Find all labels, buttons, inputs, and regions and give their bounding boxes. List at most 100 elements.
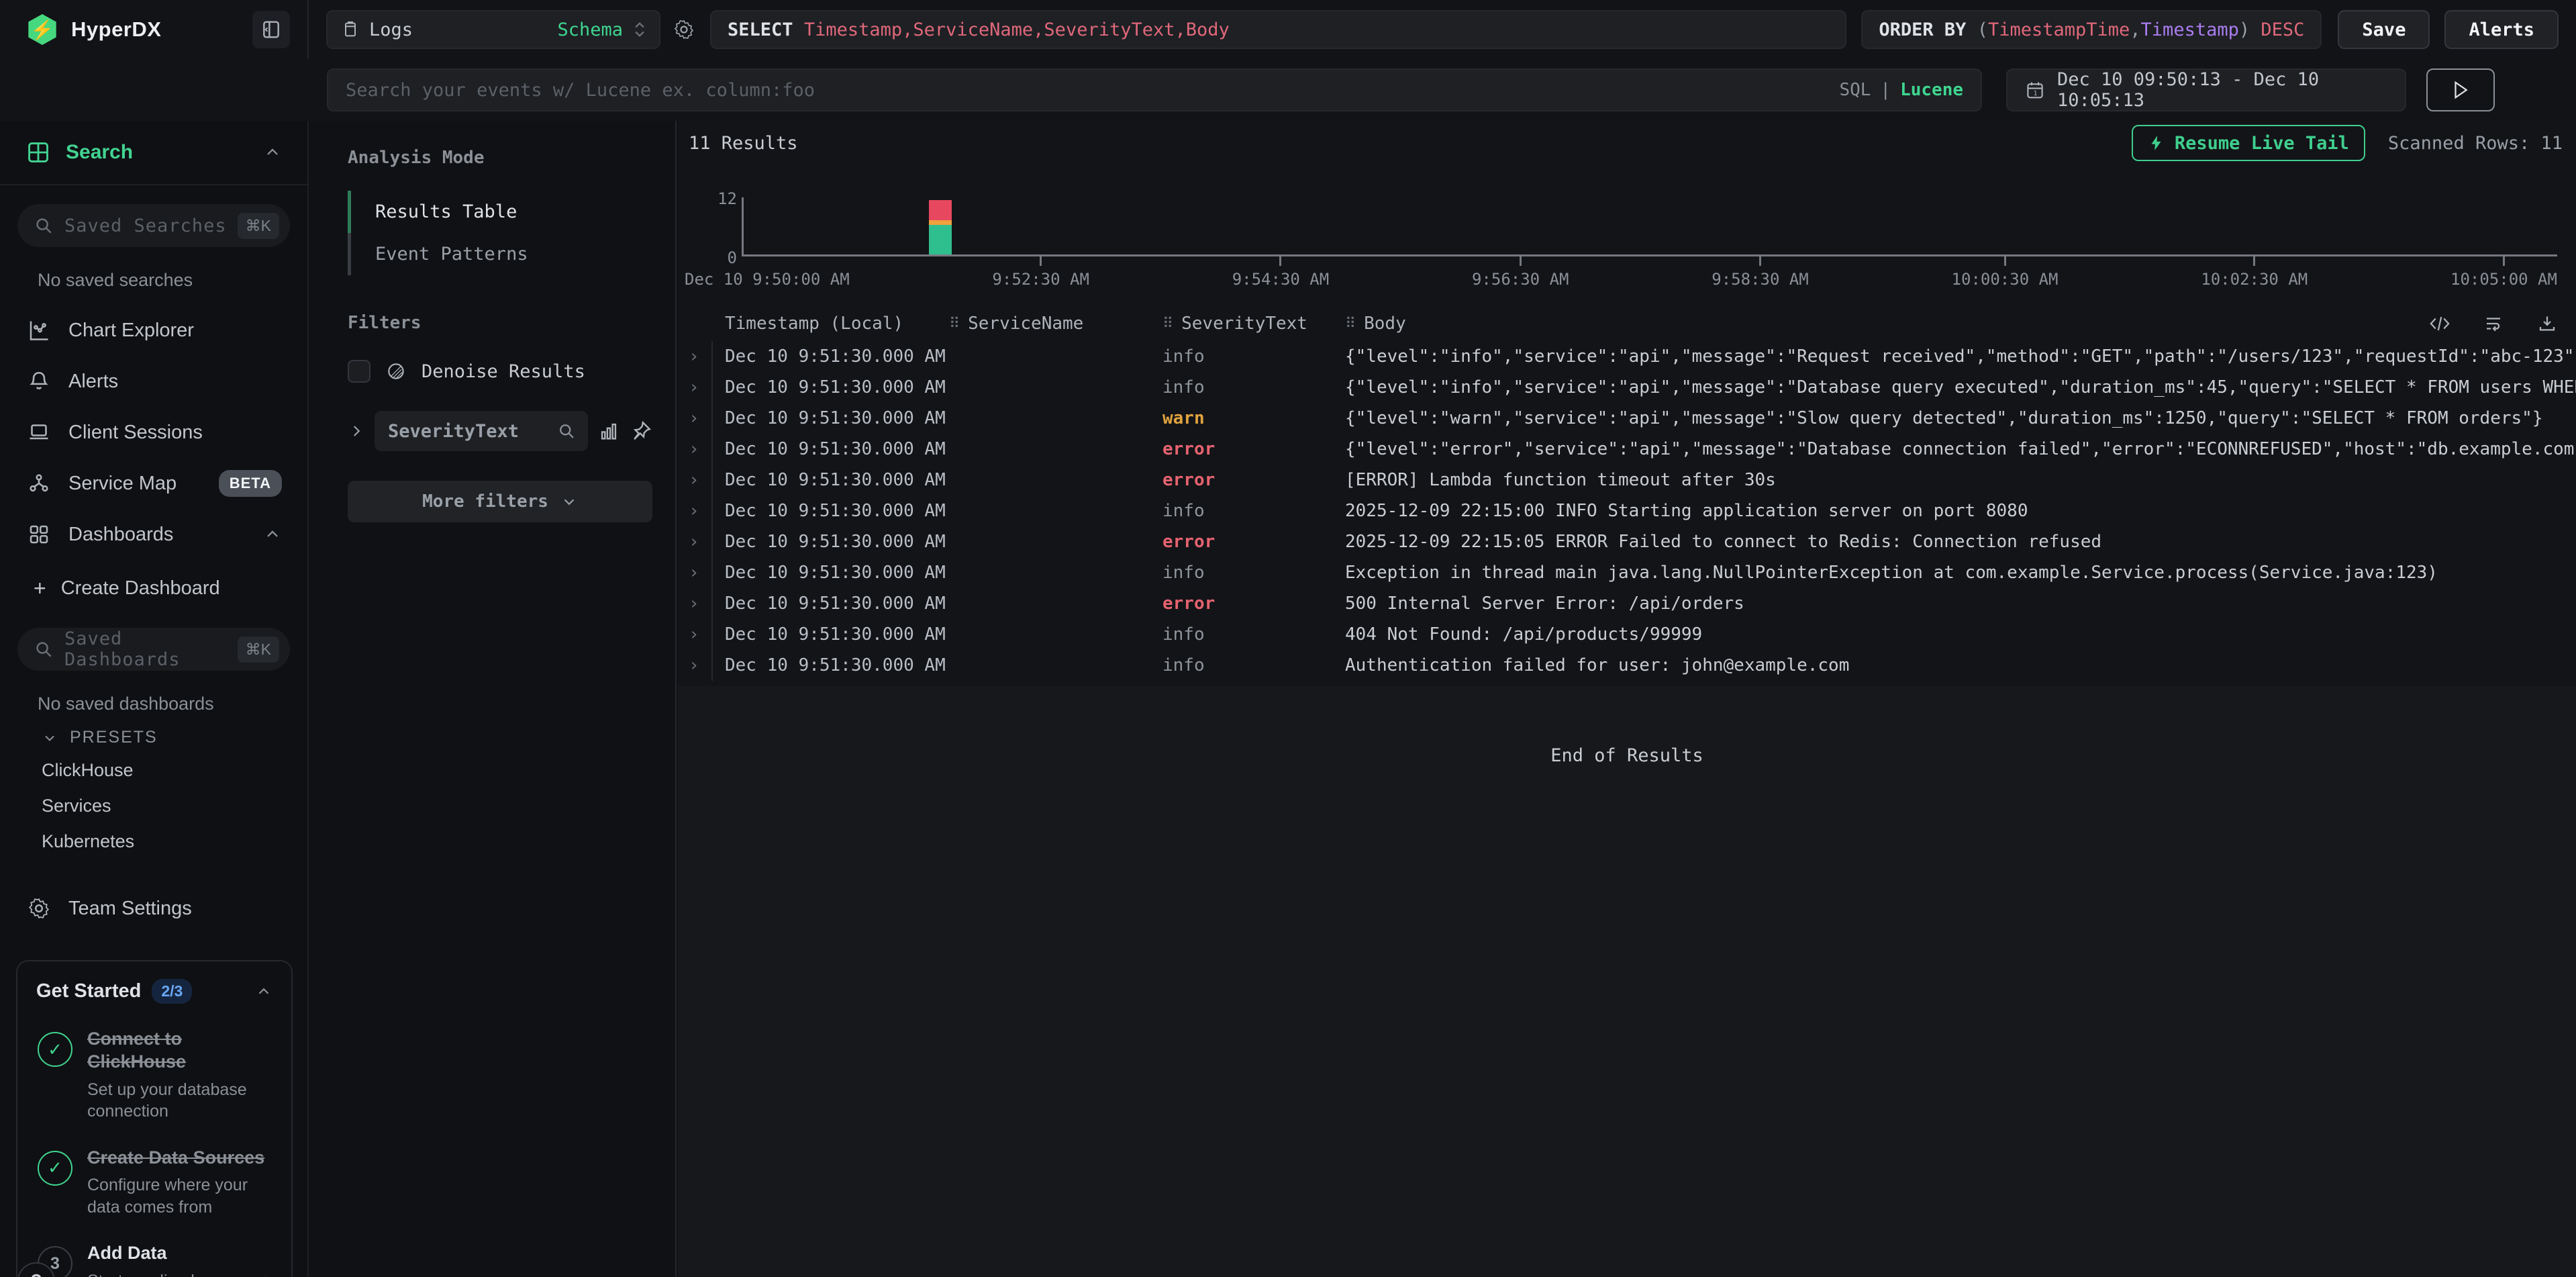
cell-body: {"level":"warn","service":"api","message… xyxy=(1345,408,2576,428)
table-row[interactable]: ›Dec 10 9:51:30.000 AMinfoException in t… xyxy=(678,557,2576,588)
severity-filter-search[interactable]: SeverityText xyxy=(375,411,588,451)
drag-handle-icon[interactable]: ⠿ xyxy=(1345,316,1356,332)
code-view-icon[interactable] xyxy=(2428,314,2451,334)
x-tick-label: 10:02:30 AM xyxy=(2201,270,2308,289)
table-row[interactable]: ›Dec 10 9:51:30.000 AMinfo2025-12-09 22:… xyxy=(678,495,2576,526)
expand-row-chevron[interactable]: › xyxy=(678,526,713,557)
expand-row-chevron[interactable]: › xyxy=(678,650,713,681)
drag-handle-icon[interactable]: ⠿ xyxy=(949,316,960,332)
table-row[interactable]: ›Dec 10 9:51:30.000 AMerror500 Internal … xyxy=(678,588,2576,619)
event-search-input[interactable]: Search your events w/ Lucene ex. column:… xyxy=(327,68,1982,111)
expand-row-chevron[interactable]: › xyxy=(678,434,713,465)
sidebar-item-chart-explorer[interactable]: Chart Explorer xyxy=(0,308,307,352)
chart-toggle-icon[interactable] xyxy=(597,420,620,442)
chevron-up-icon[interactable] xyxy=(263,143,282,162)
sidebar-item-search[interactable]: Search xyxy=(0,121,307,185)
cell-body: {"level":"info","service":"api","message… xyxy=(1345,377,2576,397)
cell-severity: info xyxy=(1162,563,1345,583)
chevron-right-icon[interactable] xyxy=(348,422,365,440)
x-tick: 9:56:30 AM xyxy=(1472,256,1569,289)
run-query-button[interactable] xyxy=(2426,68,2495,111)
top-bar: ⚡ HyperDX Logs Schema xyxy=(0,0,2576,121)
mode-results-table[interactable]: Results Table xyxy=(348,191,652,233)
mode-label: Results Table xyxy=(351,191,517,233)
x-tick: 10:05:00 AM xyxy=(2450,256,2557,289)
pin-icon[interactable] xyxy=(630,420,652,442)
expand-row-chevron[interactable]: › xyxy=(678,495,713,526)
table-row[interactable]: ›Dec 10 9:51:30.000 AMerror{"level":"err… xyxy=(678,434,2576,465)
chevron-up-icon[interactable] xyxy=(263,525,282,544)
x-axis-ticks: Dec 10 9:50:00 AM9:52:30 AM9:54:30 AM9:5… xyxy=(685,256,2557,289)
saved-dashboards-input[interactable]: Saved Dashboards ⌘K xyxy=(17,628,290,671)
table-row[interactable]: ›Dec 10 9:51:30.000 AMerror2025-12-09 22… xyxy=(678,526,2576,557)
lucene-toggle[interactable]: Lucene xyxy=(1900,80,1963,100)
laptop-icon xyxy=(26,420,52,444)
cell-timestamp: Dec 10 9:51:30.000 AM xyxy=(713,501,949,521)
source-settings-button[interactable] xyxy=(673,18,695,41)
mode-event-patterns[interactable]: Event Patterns xyxy=(348,233,652,275)
sidebar-item-alerts[interactable]: Alerts xyxy=(0,359,307,404)
x-tick: Dec 10 9:50:00 AM xyxy=(685,256,850,289)
sidebar-item-dashboards[interactable]: Dashboards xyxy=(0,512,307,557)
denoise-checkbox[interactable] xyxy=(348,360,370,383)
save-button[interactable]: Save xyxy=(2338,10,2430,49)
sidebar-item-client-sessions[interactable]: Client Sessions xyxy=(0,410,307,455)
preset-item-kubernetes[interactable]: Kubernetes xyxy=(0,824,307,859)
sql-toggle[interactable]: SQL xyxy=(1839,80,1871,100)
cell-severity: error xyxy=(1162,470,1345,490)
col-header-body[interactable]: ⠿ Body xyxy=(1345,314,2576,334)
expand-row-chevron[interactable]: › xyxy=(678,465,713,495)
cell-body: Authentication failed for user: john@exa… xyxy=(1345,655,2576,675)
cell-timestamp: Dec 10 9:51:30.000 AM xyxy=(713,655,949,675)
preset-item-services[interactable]: Services xyxy=(0,788,307,824)
preset-item-clickhouse[interactable]: ClickHouse xyxy=(0,753,307,788)
expand-row-chevron[interactable]: › xyxy=(678,341,713,372)
sidebar-item-service-map[interactable]: Service Map BETA xyxy=(0,461,307,506)
resume-live-tail-button[interactable]: Resume Live Tail xyxy=(2132,125,2365,161)
date-range-picker[interactable]: 1 Dec 10 09:50:13 - Dec 10 10:05:13 xyxy=(2006,68,2406,111)
col-header-severitytext[interactable]: ⠿ SeverityText xyxy=(1162,314,1345,334)
search-icon xyxy=(34,216,54,236)
sidebar-item-team-settings[interactable]: Team Settings xyxy=(0,886,307,931)
select-query-input[interactable]: SELECT Timestamp,ServiceName,SeverityTex… xyxy=(710,10,1846,49)
table-row[interactable]: ›Dec 10 9:51:30.000 AMwarn{"level":"warn… xyxy=(678,403,2576,434)
expand-row-chevron[interactable]: › xyxy=(678,619,713,650)
plot-area[interactable] xyxy=(742,197,2557,256)
get-started-step[interactable]: ✓Connect to ClickHouseSet up your databa… xyxy=(36,1028,273,1123)
lightning-icon xyxy=(2148,133,2165,153)
denoise-results-row[interactable]: Denoise Results xyxy=(348,360,652,383)
drag-handle-icon[interactable]: ⠿ xyxy=(1162,316,1173,332)
step-description: Set up your database connection xyxy=(87,1079,273,1123)
col-header-timestamp[interactable]: Timestamp (Local) xyxy=(713,314,949,334)
table-row[interactable]: ›Dec 10 9:51:30.000 AMerror[ERROR] Lambd… xyxy=(678,465,2576,495)
expand-row-chevron[interactable]: › xyxy=(678,372,713,403)
get-started-step[interactable]: ✓Create Data SourcesConfigure where your… xyxy=(36,1147,273,1219)
table-row[interactable]: ›Dec 10 9:51:30.000 AMinfo{"level":"info… xyxy=(678,341,2576,372)
source-selector[interactable]: Logs Schema xyxy=(326,10,660,49)
col-label: Timestamp (Local) xyxy=(725,314,903,334)
table-row[interactable]: ›Dec 10 9:51:30.000 AMinfo{"level":"info… xyxy=(678,372,2576,403)
alerts-button[interactable]: Alerts xyxy=(2444,10,2559,49)
chevron-up-icon[interactable] xyxy=(255,983,273,1000)
get-started-step[interactable]: 3Add DataStart sending logs, metrics, or… xyxy=(36,1242,273,1277)
query-language-toggle[interactable]: SQL | Lucene xyxy=(1839,80,1963,100)
saved-dashboards-placeholder: Saved Dashboards xyxy=(64,628,227,670)
table-row[interactable]: ›Dec 10 9:51:30.000 AMinfo404 Not Found:… xyxy=(678,619,2576,650)
wrap-lines-icon[interactable] xyxy=(2482,314,2505,334)
table-row[interactable]: ›Dec 10 9:51:30.000 AMinfoAuthentication… xyxy=(678,650,2576,681)
tick-mark xyxy=(1279,256,1281,266)
presets-toggle[interactable]: PRESETS xyxy=(0,714,307,753)
get-started-card: Get Started 2/3 ✓Connect to ClickHouseSe… xyxy=(16,960,293,1277)
more-filters-button[interactable]: More filters xyxy=(348,481,652,522)
col-header-servicename[interactable]: ⠿ ServiceName xyxy=(949,314,1162,334)
saved-searches-input[interactable]: Saved Searches ⌘K xyxy=(17,204,290,247)
download-icon[interactable] xyxy=(2536,314,2559,334)
expand-row-chevron[interactable]: › xyxy=(678,557,713,588)
create-dashboard-button[interactable]: + Create Dashboard xyxy=(0,567,307,609)
collapse-sidebar-button[interactable] xyxy=(252,11,290,48)
expand-row-chevron[interactable]: › xyxy=(678,403,713,434)
expand-row-chevron[interactable]: › xyxy=(678,588,713,619)
stacked-bar[interactable] xyxy=(929,200,952,254)
search-icon xyxy=(557,422,576,440)
order-by-input[interactable]: ORDER BY ( TimestampTime , Timestamp ) D… xyxy=(1861,10,2322,49)
